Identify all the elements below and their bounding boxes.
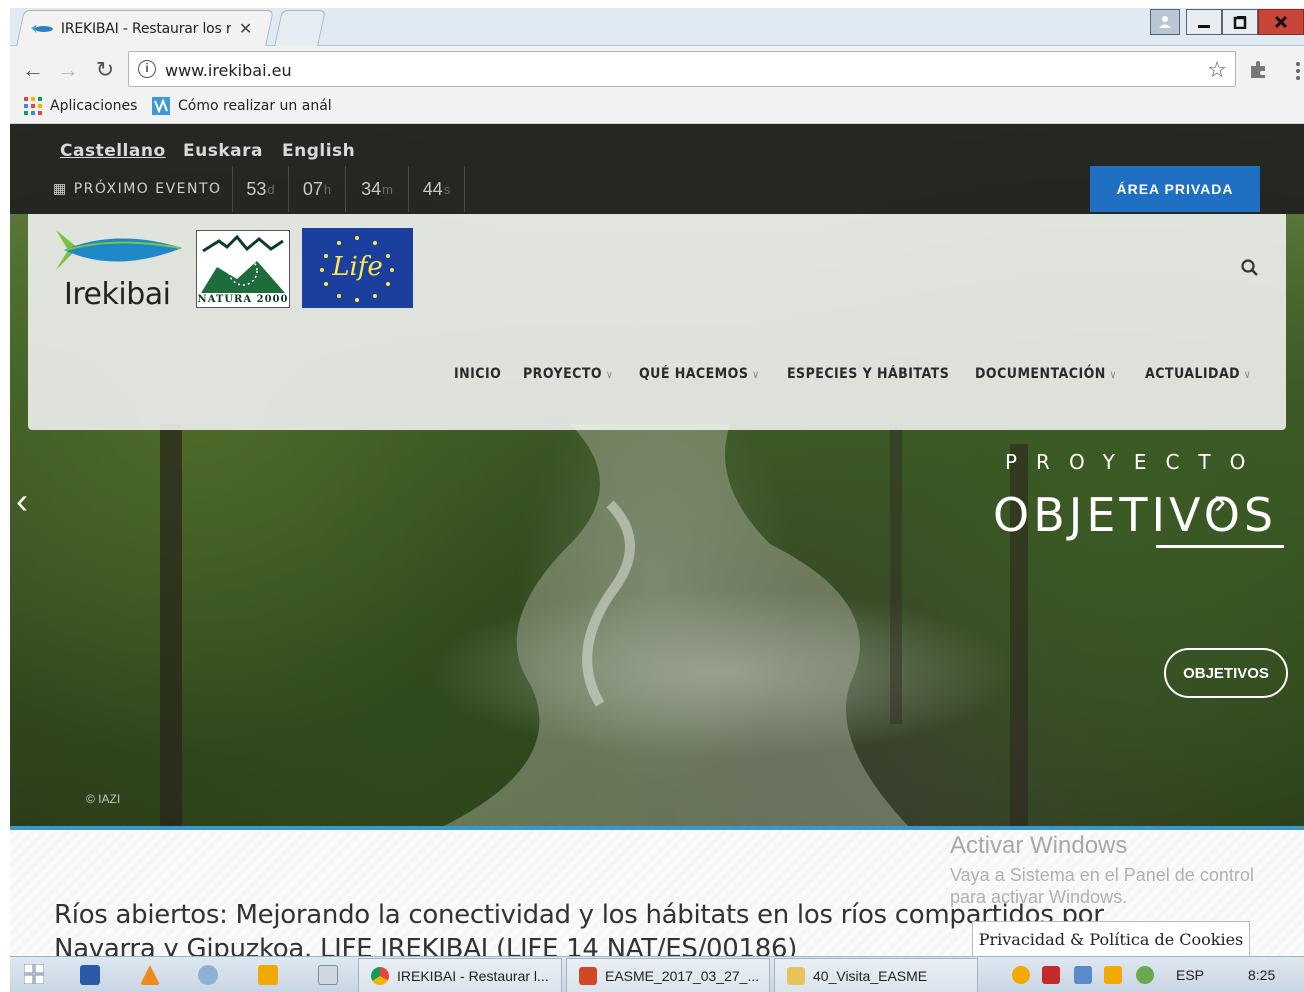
slide-title-underline	[1156, 545, 1284, 548]
activate-windows-title: Activar Windows	[950, 832, 1128, 859]
chrome-icon	[371, 966, 389, 985]
tray-network-icon[interactable]	[1136, 966, 1154, 984]
bookmark-label: Cómo realizar un anál	[178, 98, 332, 114]
info-icon[interactable]: i	[138, 60, 156, 78]
paint-icon[interactable]	[198, 965, 218, 985]
slide-title: OBJETIVOS	[993, 488, 1278, 542]
countdown-minutes: 34 m	[345, 166, 408, 212]
chevron-down-icon: ∨	[1243, 368, 1252, 381]
menu-item-que-hacemos[interactable]: QUÉ HACEMOS ∨	[639, 366, 760, 382]
tray-language[interactable]: ESP	[1176, 967, 1204, 983]
next-event-label: ▦ PRÓXIMO EVENTO	[53, 181, 222, 197]
close-tab-icon[interactable]: ✕	[239, 19, 252, 39]
extension-puzzle-icon[interactable]	[1248, 58, 1270, 85]
taskbar-folder-task[interactable]: 40_Visita_EASME	[774, 958, 978, 992]
bookmark-apps-label: Aplicaciones	[50, 98, 138, 114]
menu-dots-icon[interactable]	[1294, 60, 1302, 87]
irekibai-logo-text: Irekibai	[64, 277, 171, 312]
reload-icon[interactable]: ↻	[92, 58, 118, 82]
new-tab-button[interactable]	[274, 10, 326, 46]
countdown-seconds: 44 s	[408, 166, 465, 212]
menu-item-inicio[interactable]: INICIO	[454, 366, 501, 382]
bookmark-site-icon	[152, 97, 170, 115]
eu-life-logo[interactable]: Life	[302, 228, 413, 308]
calendar-icon: ▦	[53, 181, 68, 197]
tray-clock[interactable]: 8:25	[1248, 967, 1275, 983]
language-english-link[interactable]: English	[282, 141, 355, 161]
search-icon[interactable]	[1241, 259, 1259, 283]
chevron-down-icon: ∨	[751, 368, 760, 381]
folder-icon	[787, 966, 805, 985]
menu-item-documentacion[interactable]: DOCUMENTACIÓN ∨	[975, 366, 1117, 382]
cookie-policy-button[interactable]: Privacidad & Política de Cookies	[972, 921, 1250, 957]
close-window-button[interactable]	[1258, 9, 1304, 35]
bookmark-star-icon[interactable]: ☆	[1207, 57, 1227, 83]
menu-item-especies-habitats[interactable]: ESPECIES Y HÁBITATS	[787, 366, 949, 382]
powerpoint-icon	[579, 966, 597, 985]
outlook-icon[interactable]	[258, 965, 278, 985]
area-privada-button[interactable]: ÁREA PRIVADA	[1090, 166, 1260, 212]
desktop-icon[interactable]	[80, 965, 100, 985]
slide-objetivos-button[interactable]: OBJETIVOS	[1164, 648, 1288, 698]
taskbar-chrome-task[interactable]: IREKIBAI - Restaurar l...	[358, 958, 562, 992]
bookmark-apps[interactable]: Aplicaciones	[24, 96, 137, 116]
user-profile-icon[interactable]	[1150, 9, 1180, 35]
active-tab[interactable]: IREKIBAI - Restaurar los rí ✕	[16, 10, 274, 46]
minimize-button[interactable]	[1186, 9, 1222, 35]
menu-item-actualidad[interactable]: ACTUALIDAD ∨	[1145, 366, 1251, 382]
restore-button[interactable]	[1222, 9, 1258, 35]
language-castellano-link[interactable]: Castellano	[60, 141, 166, 161]
forward-arrow-icon[interactable]: →	[55, 58, 81, 82]
menu-item-proyecto[interactable]: PROYECTO ∨	[523, 366, 613, 382]
irekibai-favicon-icon	[30, 24, 53, 33]
address-bar[interactable]: i www.irekibai.eu ☆	[128, 51, 1236, 87]
photo-credit: © IAZI	[86, 792, 121, 806]
apps-grid-icon	[24, 97, 42, 115]
countdown-hours: 07 h	[288, 166, 345, 212]
calculator-icon[interactable]	[318, 965, 338, 985]
language-euskara-link[interactable]: Euskara	[183, 141, 263, 161]
tray-outlook-icon[interactable]	[1104, 966, 1122, 984]
back-arrow-icon[interactable]: ←	[20, 58, 46, 82]
slider-next-arrow-icon[interactable]: ›	[1214, 480, 1226, 522]
tray-antivirus-icon[interactable]	[1042, 966, 1060, 984]
slider-prev-arrow-icon[interactable]: ‹	[16, 480, 28, 522]
countdown-days: 53 d	[232, 166, 288, 212]
bookmark-item[interactable]: Cómo realizar un anál	[152, 96, 332, 116]
start-button-icon[interactable]	[23, 963, 45, 989]
tray-network-share-icon[interactable]	[1074, 966, 1092, 984]
tab-title: IREKIBAI - Restaurar los rí	[60, 20, 231, 37]
tray-update-icon[interactable]	[1012, 966, 1030, 984]
chevron-down-icon: ∨	[605, 368, 614, 381]
url-text[interactable]: www.irekibai.eu	[165, 61, 292, 80]
taskbar-powerpoint-task[interactable]: EASME_2017_03_27_...	[566, 958, 770, 992]
chevron-down-icon: ∨	[1109, 368, 1118, 381]
slide-kicker: PROYECTO	[1005, 450, 1265, 474]
natura-2000-logo[interactable]: NATURA 2000	[196, 230, 290, 308]
irekibai-fish-logo[interactable]	[56, 228, 186, 278]
